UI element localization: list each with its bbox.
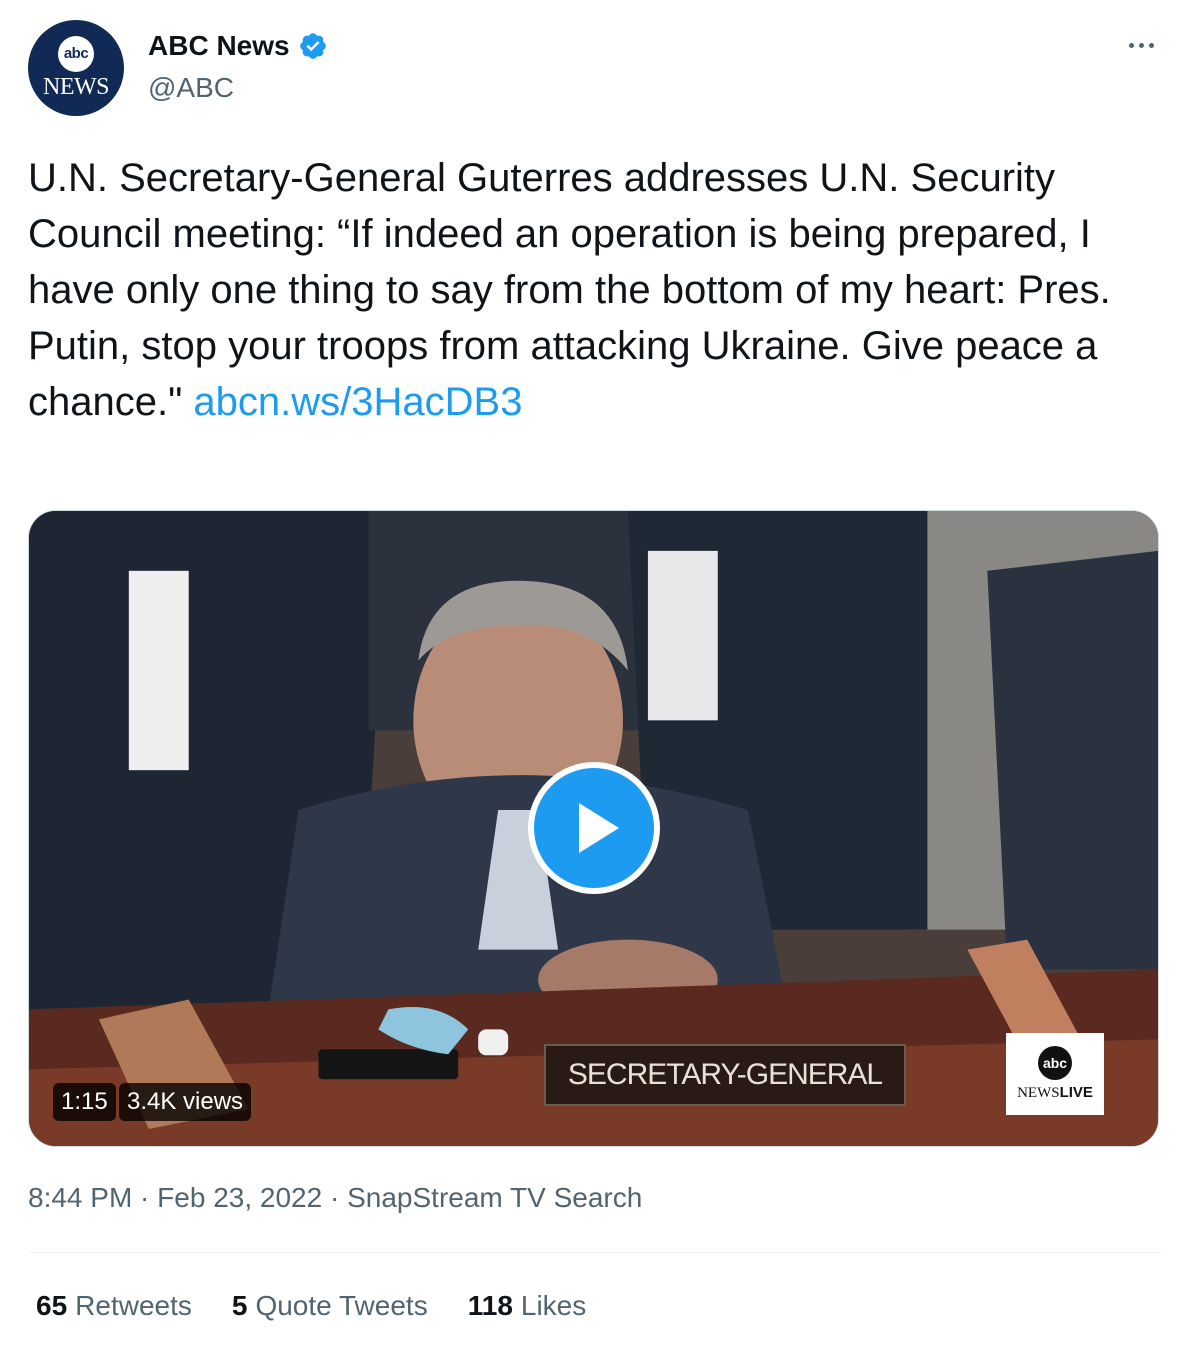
avatar-news-label: NEWS [43,73,110,100]
abc-news-live-logo: abc NEWSLIVE [1006,1033,1104,1115]
retweets-stat[interactable]: 65 Retweets [36,1290,192,1322]
display-name[interactable]: ABC News [148,30,290,62]
logo-news: NEWS [1017,1085,1060,1101]
tweet-meta: 8:44 PM · Feb 23, 2022 · SnapStream TV S… [28,1182,642,1214]
video-player[interactable]: SECRETARY-GENERAL abc NEWSLIVE 1:15 3.4K… [28,510,1159,1147]
likes-label: Likes [520,1290,587,1321]
tweet-time[interactable]: 8:44 PM [28,1182,132,1213]
play-icon [579,803,619,853]
meta-separator: · [322,1182,348,1213]
name-row: ABC News [148,30,328,62]
more-options-icon[interactable] [1121,30,1161,60]
divider [28,1252,1161,1253]
abc-logo-icon: abc [58,35,94,72]
verified-badge-icon [299,33,326,59]
tweet-source[interactable]: SnapStream TV Search [347,1182,642,1213]
tweet-link[interactable]: abcn.ws/3HacDB3 [193,380,522,424]
tweet-body: U.N. Secretary-General Guterres addresse… [28,150,1168,430]
quotes-label: Quote Tweets [255,1290,428,1321]
avatar[interactable]: abc NEWS [28,20,124,116]
abc-logo-icon: abc [1038,1046,1072,1080]
tweet-date[interactable]: Feb 23, 2022 [157,1182,322,1213]
retweets-label: Retweets [75,1290,192,1321]
tweet-header: abc NEWS ABC News @ABC [28,20,1161,120]
logo-text: NEWSLIVE [1017,1084,1093,1102]
likes-count: 118 [467,1290,513,1321]
video-views: 3.4K views [119,1083,252,1121]
handle[interactable]: @ABC [148,72,234,104]
logo-live: LIVE [1059,1084,1093,1101]
likes-stat[interactable]: 118 Likes [468,1290,587,1322]
meta-separator: · [132,1182,158,1213]
video-duration: 1:15 [53,1083,116,1121]
nameplate: SECRETARY-GENERAL [544,1044,906,1106]
play-button[interactable] [528,762,660,894]
quote-tweets-stat[interactable]: 5 Quote Tweets [232,1290,428,1322]
quotes-count: 5 [231,1290,248,1321]
retweets-count: 65 [36,1290,68,1321]
tweet-stats: 65 Retweets 5 Quote Tweets 118 Likes [36,1290,586,1322]
tweet-text: U.N. Secretary-General Guterres addresse… [28,156,1111,424]
